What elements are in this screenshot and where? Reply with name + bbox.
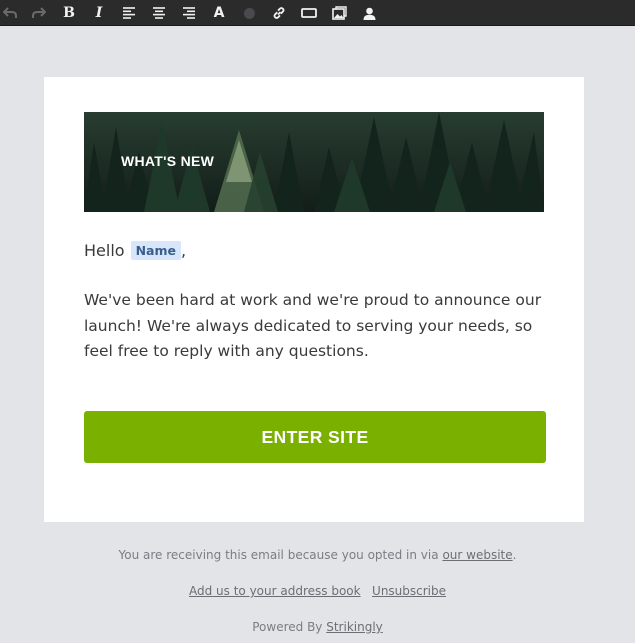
align-center-icon[interactable] <box>149 3 169 23</box>
greeting[interactable]: Hello Name , <box>84 241 186 260</box>
name-merge-tag[interactable]: Name <box>130 241 181 260</box>
text-color-swatch <box>243 7 255 19</box>
hero-banner[interactable]: WHAT'S NEW <box>84 112 544 212</box>
address-book-link[interactable]: Add us to your address book <box>189 584 361 598</box>
enter-site-button[interactable]: ENTER SITE <box>84 411 546 463</box>
powered-by: Powered By Strikingly <box>0 620 635 634</box>
strikingly-link[interactable]: Strikingly <box>326 620 383 634</box>
text-color-icon[interactable] <box>239 3 259 23</box>
align-right-icon[interactable] <box>179 3 199 23</box>
opt-in-period: . <box>512 548 517 562</box>
bold-button[interactable]: B <box>59 3 79 23</box>
button-icon[interactable] <box>299 3 319 23</box>
undo-icon[interactable] <box>0 3 20 23</box>
redo-icon[interactable] <box>29 3 49 23</box>
bold-label: B <box>63 5 75 21</box>
font-style-label: A <box>213 5 225 21</box>
powered-by-text: Powered By <box>252 620 323 634</box>
italic-label: I <box>95 5 103 21</box>
greeting-suffix: , <box>180 241 187 260</box>
editor-toolbar: B I A <box>0 0 635 26</box>
align-left-icon[interactable] <box>119 3 139 23</box>
unsubscribe-link[interactable]: Unsubscribe <box>372 584 446 598</box>
hero-title: WHAT'S NEW <box>121 153 215 169</box>
greeting-prefix: Hello <box>84 241 125 260</box>
footer-links: Add us to your address book Unsubscribe <box>0 584 635 598</box>
italic-button[interactable]: I <box>89 3 109 23</box>
image-icon[interactable] <box>329 3 349 23</box>
user-icon[interactable] <box>359 3 379 23</box>
email-card: WHAT'S NEW Hello Name , We've been hard … <box>44 77 584 522</box>
body-paragraph[interactable]: We've been hard at work and we're proud … <box>84 288 554 365</box>
opt-in-notice: You are receiving this email because you… <box>0 548 635 562</box>
link-icon[interactable] <box>269 3 289 23</box>
opt-in-text: You are receiving this email because you… <box>118 548 439 562</box>
our-website-link[interactable]: our website <box>442 548 512 562</box>
font-style-button[interactable]: A <box>209 3 229 23</box>
